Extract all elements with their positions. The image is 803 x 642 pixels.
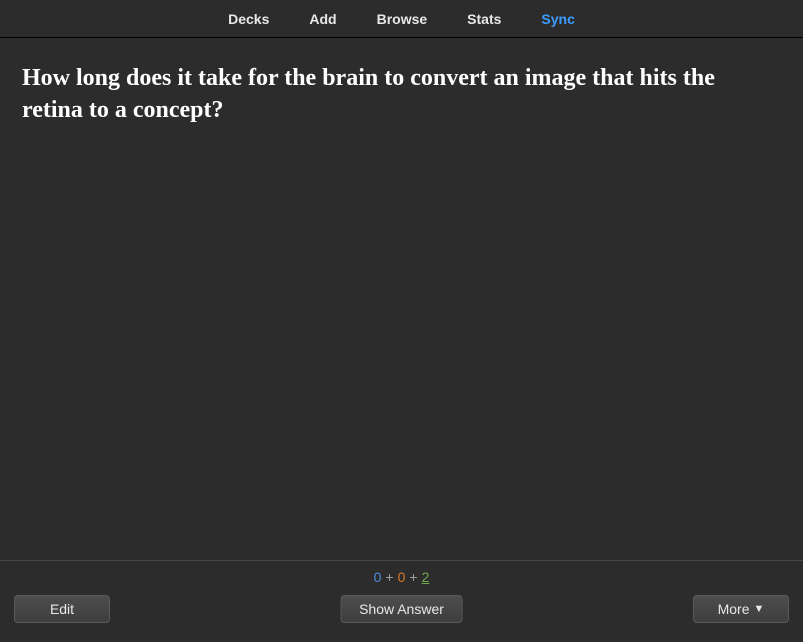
edit-button[interactable]: Edit (14, 595, 110, 623)
top-nav: Decks Add Browse Stats Sync (0, 0, 803, 38)
count-sep-2: + (409, 569, 417, 585)
card-area: How long does it take for the brain to c… (0, 38, 803, 560)
card-counts: 0 + 0 + 2 (374, 569, 430, 585)
count-due: 2 (422, 569, 430, 585)
nav-browse[interactable]: Browse (365, 5, 440, 33)
show-answer-button[interactable]: Show Answer (340, 595, 463, 623)
nav-sync[interactable]: Sync (529, 5, 586, 33)
count-sep-1: + (385, 569, 393, 585)
button-row: Edit Show Answer More ▼ (14, 595, 789, 623)
nav-stats[interactable]: Stats (455, 5, 513, 33)
nav-add[interactable]: Add (297, 5, 348, 33)
more-button-label: More (718, 601, 750, 617)
count-learn: 0 (398, 569, 406, 585)
bottom-bar: 0 + 0 + 2 Edit Show Answer More ▼ (0, 560, 803, 642)
card-question: How long does it take for the brain to c… (22, 62, 781, 127)
chevron-down-icon: ▼ (754, 603, 765, 615)
count-new: 0 (374, 569, 382, 585)
nav-decks[interactable]: Decks (216, 5, 281, 33)
more-button[interactable]: More ▼ (693, 595, 789, 623)
